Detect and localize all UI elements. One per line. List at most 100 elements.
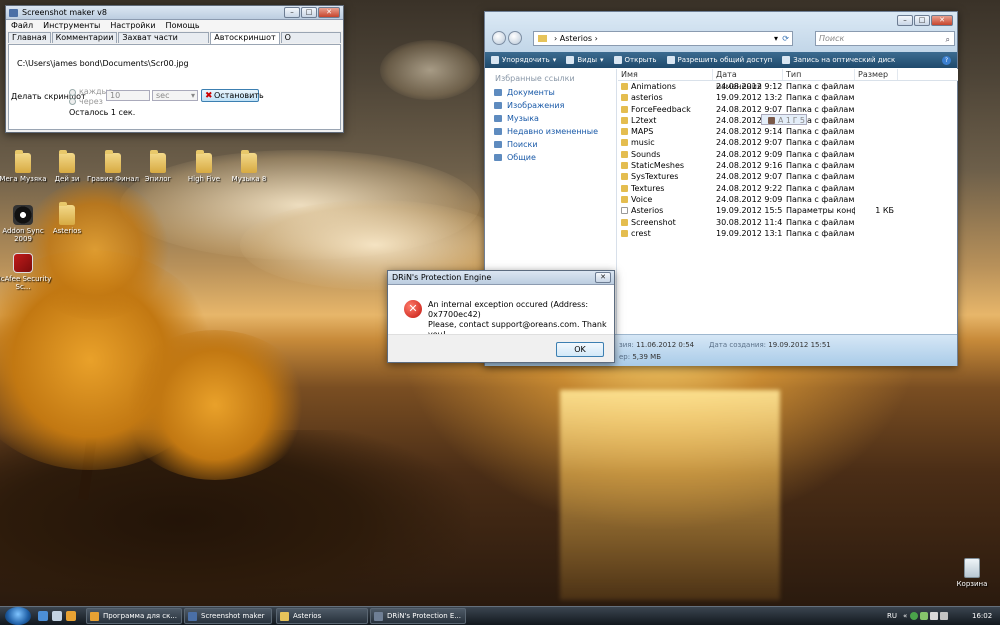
tab-about[interactable]: О программе [280, 32, 341, 52]
address-bar[interactable]: › Asterios › ▾ ⟳ [533, 31, 793, 46]
close-button[interactable]: ✕ [931, 15, 953, 26]
forward-button[interactable] [508, 31, 522, 45]
open-button[interactable]: Открыть [613, 52, 657, 68]
volume-icon[interactable] [940, 612, 949, 620]
help-button[interactable]: ? [942, 52, 951, 68]
dialog-titlebar[interactable]: DRiN's Protection Engine ✕ [388, 271, 614, 285]
file-row[interactable]: crest 19.09.2012 13:19 Папка с файлами [618, 228, 958, 239]
file-size [855, 126, 898, 137]
file-row[interactable]: Screenshot 30.08.2012 11:48 Папка с файлам… [618, 217, 958, 228]
file-name: Sounds [618, 149, 713, 160]
share-button[interactable]: Разрешить общий доступ [666, 52, 772, 68]
column-type[interactable]: Тип [783, 69, 855, 80]
file-date: 30.08.2012 11:48 [716, 217, 783, 227]
close-button[interactable]: ✕ [318, 7, 340, 18]
clock[interactable]: 16:02 [972, 607, 992, 625]
file-date: 24.08.2012 9:09 [716, 149, 783, 159]
monitor-icon[interactable] [930, 612, 938, 620]
chevron-down-icon[interactable]: ▾ [774, 32, 778, 45]
maximize-button[interactable]: □ [914, 15, 930, 26]
menu-settings[interactable]: Настройки [110, 20, 155, 31]
search-placeholder: Поиск [819, 34, 845, 43]
file-name: ForceFeedback [618, 104, 713, 115]
taskbar-button-drin-protection[interactable]: DRiN's Protection E... [370, 608, 466, 624]
browser-quicklaunch-icon[interactable] [66, 611, 76, 621]
file-row[interactable]: Sounds 24.08.2012 9:09 Папка с файлами [618, 149, 958, 160]
stop-button[interactable]: ✖ Остановить [201, 89, 264, 102]
dialog-footer: OK [388, 334, 614, 362]
organize-button[interactable]: Упорядочить ▾ [491, 52, 556, 68]
file-date: 24.08.2012 9:12 [716, 82, 783, 91]
maximize-button[interactable]: □ [301, 7, 317, 18]
file-date: 24.08.2012 9:16 [716, 161, 783, 171]
column-date[interactable]: Дата изменения [713, 69, 783, 91]
burn-disc-button[interactable]: Запись на оптический диск [782, 52, 895, 68]
interval-spinner[interactable]: 10 [106, 90, 150, 101]
desktop-icon-muzyka-8[interactable]: Музыка 8 [220, 150, 278, 183]
menu-help[interactable]: Помощь [166, 20, 200, 31]
close-button[interactable]: ✕ [595, 272, 611, 283]
show-desktop-icon[interactable] [38, 611, 48, 621]
language-indicator[interactable]: RU [887, 607, 897, 625]
file-row[interactable]: SysTextures 24.08.2012 9:07 Папка с файлам… [618, 171, 958, 182]
nav-searches[interactable]: Поиски [485, 138, 616, 151]
screenshot-maker-titlebar[interactable]: Screenshot maker v8 – □ ✕ [6, 6, 343, 20]
nav-public[interactable]: Общие [485, 151, 616, 164]
tab-comments[interactable]: Комментарии [51, 32, 118, 43]
radio-each[interactable] [69, 89, 76, 96]
desktop-icon-recycle-bin[interactable]: Корзина [943, 558, 1000, 588]
nav-recent[interactable]: Недавно измененные [485, 125, 616, 138]
column-size[interactable]: Размер [855, 69, 898, 80]
file-row[interactable]: Animations 24.08.2012 9:12 Папка с файлами [618, 81, 958, 92]
file-row[interactable]: Asterios19.09.2012 15:58Параметры конф..… [618, 205, 958, 216]
refresh-icon[interactable]: ⟳ [782, 32, 789, 45]
chevron-icon[interactable]: « [903, 612, 907, 620]
menu-file[interactable]: Файл [11, 20, 33, 31]
network-icon[interactable] [909, 612, 918, 620]
file-type: Папка с файлами [786, 138, 855, 148]
start-button[interactable] [5, 607, 31, 625]
desktop-icon-mcafee[interactable]: McAfee Security Sc... [0, 253, 52, 291]
security-icon[interactable] [919, 612, 928, 620]
nav-documents[interactable]: Документы [485, 86, 616, 99]
minimize-button[interactable]: – [897, 15, 913, 26]
file-row[interactable]: asterios 19.09.2012 13:21 Папка с файлами [618, 92, 958, 103]
tab-main[interactable]: Главная [8, 32, 51, 43]
folder-icon [621, 173, 628, 181]
column-name[interactable]: Имя [618, 69, 713, 80]
desktop-icon-asterios[interactable]: Asterios [38, 202, 96, 235]
breadcrumb-item[interactable]: Asterios [560, 34, 592, 43]
back-button[interactable] [492, 31, 506, 45]
tab-auto-screenshot[interactable]: Автоскриншот [210, 32, 280, 44]
file-row[interactable]: StaticMeshes 24.08.2012 9:16 Папка с файла… [618, 160, 958, 171]
nav-pictures[interactable]: Изображения [485, 99, 616, 112]
ok-button[interactable]: OK [556, 342, 604, 357]
taskbar-button-program[interactable]: Программа для ск... [86, 608, 182, 624]
file-row[interactable]: Voice 24.08.2012 9:09 Папка с файлами [618, 194, 958, 205]
file-name: Voice [618, 194, 713, 205]
application-icon [768, 117, 775, 124]
file-row[interactable]: Textures 24.08.2012 9:22 Папка с файлами [618, 183, 958, 194]
file-size [855, 160, 898, 171]
screenshot-maker-window: Screenshot maker v8 – □ ✕ Файл Инструмен… [5, 5, 344, 133]
radio-after[interactable] [69, 98, 76, 105]
switch-windows-icon[interactable] [52, 611, 62, 621]
search-input[interactable]: Поиск ⌕ [815, 31, 955, 46]
folder-icon [621, 162, 628, 170]
file-row[interactable]: music 24.08.2012 9:07 Папка с файлами [618, 137, 958, 148]
file-row[interactable]: MAPS 24.08.2012 9:14 Папка с файлами [618, 126, 958, 137]
taskbar-button-screenshot-maker[interactable]: Screenshot maker [184, 608, 272, 624]
file-row[interactable]: Asterios11.06.2012 0:54Приложение5 526 К… [761, 114, 807, 126]
tab-region-capture[interactable]: Захват части экрана [118, 32, 210, 52]
taskbar-button-asterios[interactable]: Asterios [276, 608, 368, 624]
nav-music[interactable]: Музыка [485, 112, 616, 125]
file-date: 24.08.2012 9:09 [716, 194, 783, 204]
file-type: Папка с файлами [786, 228, 855, 238]
menu-tools[interactable]: Инструменты [43, 20, 100, 31]
minimize-button[interactable]: – [284, 7, 300, 18]
folder-icon [621, 218, 628, 226]
views-button[interactable]: Виды ▾ [566, 52, 604, 68]
search-icon[interactable]: ⌕ [946, 33, 950, 46]
interval-unit-select[interactable]: sec ▾ [152, 90, 198, 101]
file-name: Animations [618, 81, 713, 92]
